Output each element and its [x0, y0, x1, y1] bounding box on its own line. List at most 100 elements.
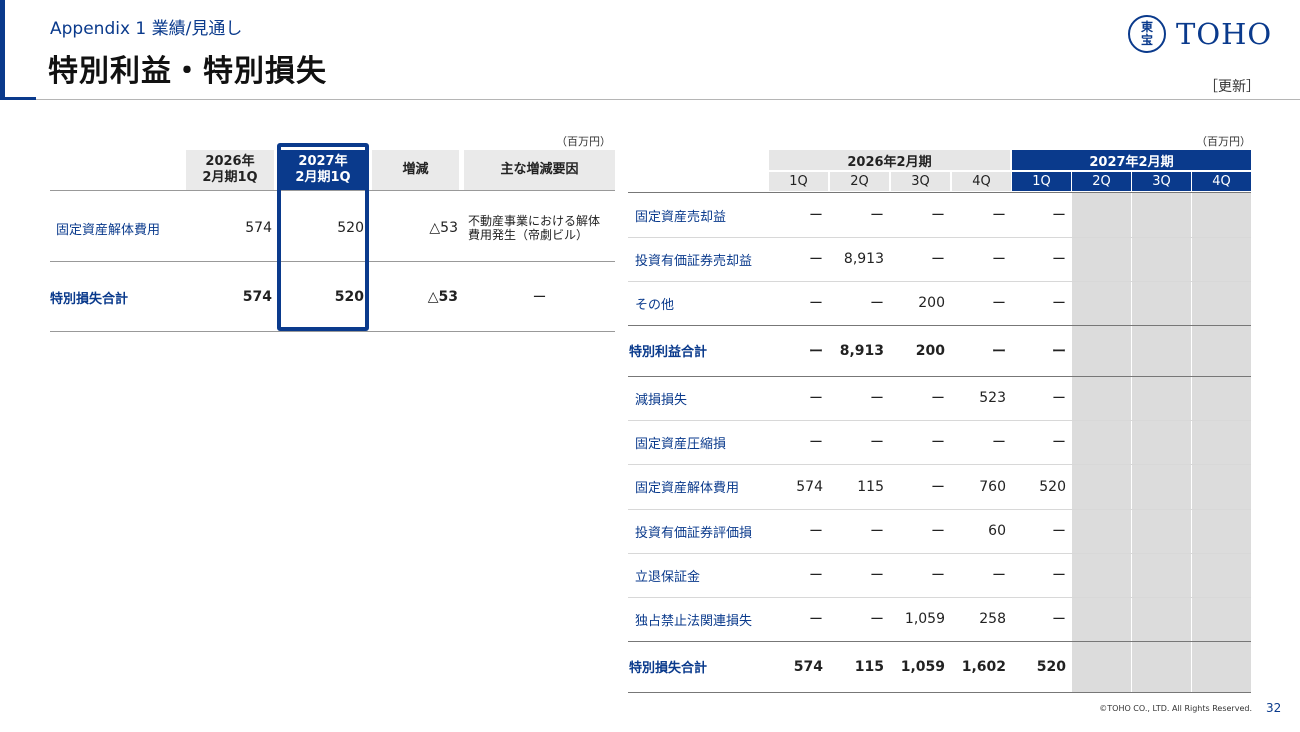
quarter-header: 1Q	[769, 172, 828, 191]
quarter-header: 4Q	[952, 172, 1011, 191]
value-cell: ー	[870, 391, 884, 407]
value-cell: 520	[1036, 658, 1066, 675]
copyright: ©TOHO CO., LTD. All Rights Reserved.	[1099, 704, 1252, 713]
value-cell: ー	[809, 568, 823, 584]
value-cell: ー	[870, 435, 884, 451]
row-label: 立退保証金	[635, 569, 701, 585]
cell-reason: 不動産事業における解体 費用発生（帝劇ビル）	[468, 214, 601, 242]
value-cell: ー	[1052, 252, 1066, 268]
value-cell: ー	[809, 391, 823, 407]
divider	[50, 331, 615, 332]
value-cell: ー	[870, 296, 884, 312]
row-label: 固定資産圧縮損	[635, 436, 727, 452]
right-table-unit: （百万円）	[1196, 135, 1251, 148]
value-cell: ー	[931, 568, 945, 584]
quarter-header: 3Q	[891, 172, 950, 191]
value-cell: ー	[870, 612, 884, 628]
cell-change: △53	[429, 220, 458, 236]
cell-2026: 574	[242, 289, 272, 305]
header-reasons: 主な増減要因	[464, 150, 615, 190]
value-cell: ー	[992, 343, 1006, 360]
cell-change: △53	[427, 289, 458, 305]
future-column-shade	[1192, 193, 1251, 692]
quarter-header: 2Q	[1072, 172, 1131, 191]
value-cell: ー	[870, 208, 884, 224]
row-label: 固定資産解体費用	[56, 222, 161, 238]
row-label: 投資有価証券売却益	[635, 253, 753, 269]
value-cell: ー	[1052, 296, 1066, 312]
value-cell: 60	[988, 523, 1006, 539]
quarter-header: 2Q	[830, 172, 889, 191]
future-column-shade	[1132, 193, 1191, 692]
left-table-unit: （百万円）	[556, 135, 611, 148]
page-title: 特別利益・特別損失	[48, 54, 327, 89]
header-rule	[36, 99, 1300, 100]
value-cell: ー	[870, 524, 884, 540]
value-cell: ー	[1052, 343, 1066, 360]
row-label: 固定資産売却益	[635, 209, 727, 225]
accent-underline	[0, 97, 36, 100]
value-cell: ー	[809, 524, 823, 540]
row-label-total: 特別損失合計	[50, 291, 129, 307]
value-cell: ー	[809, 435, 823, 451]
section-subtitle: Appendix 1 業績/見通し	[50, 19, 243, 39]
value-cell: 115	[854, 658, 884, 675]
value-cell: ー	[809, 296, 823, 312]
value-cell: 574	[793, 658, 823, 675]
value-cell: ー	[809, 208, 823, 224]
cell-2027: 520	[337, 220, 364, 236]
row-label: 減損損失	[635, 392, 688, 408]
value-cell: 1,059	[904, 611, 945, 627]
page-number: 32	[1266, 701, 1282, 715]
cell-2026: 574	[245, 220, 272, 236]
value-cell: 115	[857, 478, 884, 495]
value-cell: ー	[992, 252, 1006, 268]
value-cell: 523	[979, 390, 1006, 406]
value-cell: 520	[1039, 478, 1066, 495]
quarter-header: 3Q	[1132, 172, 1191, 191]
row-label: その他	[635, 297, 675, 313]
value-cell: 760	[979, 478, 1006, 495]
value-cell: ー	[1052, 435, 1066, 451]
value-cell: 8,913	[843, 251, 884, 267]
value-cell: 8,913	[839, 342, 884, 359]
value-cell: ー	[809, 343, 823, 360]
logo-seal-bottom: 宝	[1140, 33, 1153, 47]
value-cell: ー	[1052, 524, 1066, 540]
value-cell: ー	[992, 568, 1006, 584]
value-cell: ー	[809, 612, 823, 628]
value-cell: ー	[992, 208, 1006, 224]
value-cell: ー	[931, 479, 945, 496]
period-2027-header: 2027年2月期	[1012, 150, 1251, 170]
logo-seal-icon: 東 宝	[1128, 15, 1166, 53]
value-cell: ー	[809, 252, 823, 268]
value-cell: 200	[915, 342, 945, 359]
header-2026-1q: 2026年 2月期1Q	[186, 150, 274, 190]
divider	[628, 692, 1251, 693]
value-cell: ー	[992, 435, 1006, 451]
header-2027-1q: 2027年 2月期1Q	[279, 150, 367, 190]
logo-text: TOHO	[1176, 17, 1273, 51]
quarter-header: 1Q	[1012, 172, 1071, 191]
row-label: 固定資産解体費用	[635, 481, 740, 496]
value-cell: 258	[979, 611, 1006, 627]
future-column-shade	[1072, 193, 1131, 692]
value-cell: 574	[796, 478, 823, 495]
row-label-total: 特別損失合計	[629, 661, 708, 676]
value-cell: ー	[1052, 391, 1066, 407]
cell-2027: 520	[334, 289, 364, 305]
value-cell: 1,602	[961, 658, 1006, 675]
divider	[50, 261, 615, 262]
value-cell: ー	[931, 252, 945, 268]
row-label: 投資有価証券評価損	[635, 525, 753, 541]
value-cell: ー	[931, 435, 945, 451]
accent-bar	[0, 0, 5, 100]
period-2026-header: 2026年2月期	[769, 150, 1010, 170]
value-cell: ー	[931, 208, 945, 224]
value-cell: ー	[870, 568, 884, 584]
cell-reason: ー	[532, 290, 547, 306]
row-label: 独占禁止法関連損失	[635, 613, 753, 629]
value-cell: ー	[1052, 612, 1066, 628]
value-cell: ー	[992, 296, 1006, 312]
value-cell: ー	[931, 391, 945, 407]
